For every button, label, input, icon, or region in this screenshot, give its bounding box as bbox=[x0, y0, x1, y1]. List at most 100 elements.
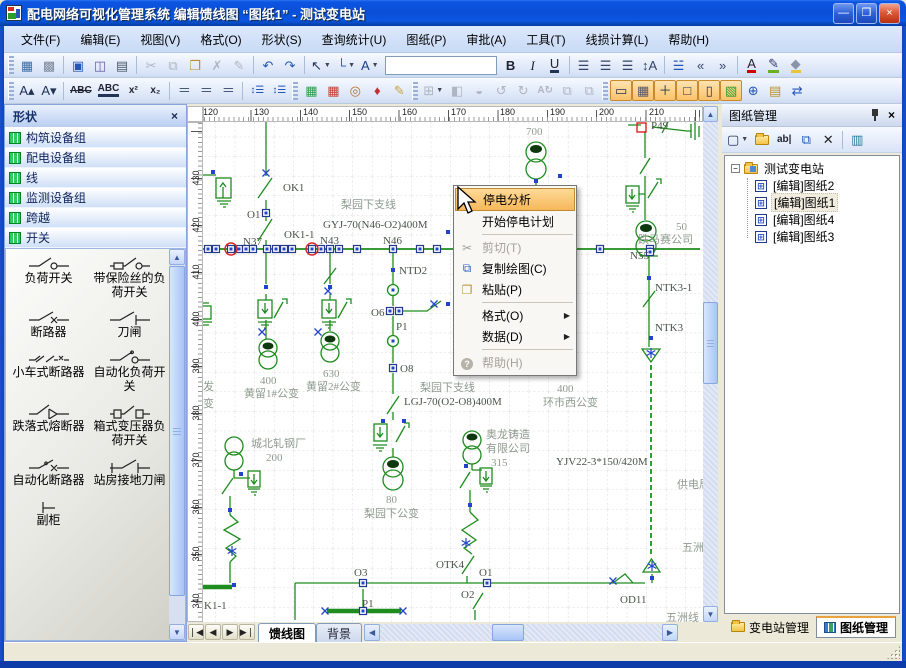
rename-icon[interactable]: ab| bbox=[773, 129, 795, 150]
shape-item-4[interactable]: 小车式断路器 bbox=[8, 347, 89, 395]
guides-toggle-icon[interactable]: ＋ bbox=[654, 80, 676, 101]
highlight-icon[interactable]: ✎ bbox=[763, 55, 785, 76]
pointer-icon[interactable]: ↖▼ bbox=[308, 55, 334, 76]
align-left-icon[interactable]: ☰ bbox=[573, 55, 595, 76]
vertical-text-icon[interactable]: ↕A bbox=[639, 55, 661, 76]
indent-icon[interactable]: » bbox=[712, 55, 734, 76]
canvas-hscrollbar[interactable]: ◀ ▶ bbox=[364, 624, 678, 641]
subscript-icon[interactable]: x₂ bbox=[144, 80, 166, 101]
shapes-panel-close-icon[interactable]: × bbox=[171, 109, 178, 123]
context-menu-item-7[interactable]: 格式(O)▶ bbox=[455, 305, 575, 326]
menu-item-5[interactable]: 查询统计(U) bbox=[313, 28, 396, 51]
menu-item-4[interactable]: 形状(S) bbox=[253, 28, 311, 51]
bold-icon[interactable]: B bbox=[500, 55, 522, 76]
align-right-icon[interactable]: ☰ bbox=[617, 55, 639, 76]
chart-toggle-icon[interactable]: ▧ bbox=[720, 80, 742, 101]
tree-expander-icon[interactable]: − bbox=[731, 164, 740, 173]
page-break-toggle-icon[interactable]: ▯ bbox=[698, 80, 720, 101]
align-center-icon[interactable]: ☰ bbox=[595, 55, 617, 76]
send-back-icon[interactable]: ⧉ bbox=[578, 80, 600, 101]
tree-item-2[interactable]: ⊞[编辑]图纸4 bbox=[755, 211, 899, 228]
export-icon[interactable]: ▥ bbox=[846, 129, 868, 150]
canvas-hscroll-thumb[interactable] bbox=[492, 624, 524, 641]
canvas-vscroll-thumb[interactable] bbox=[703, 302, 718, 384]
scroll-down-icon[interactable]: ▼ bbox=[703, 606, 718, 622]
table-check-icon[interactable]: ▦ bbox=[322, 80, 344, 101]
shape-item-8[interactable]: 自动化断路器 bbox=[8, 455, 89, 489]
tree-item-1[interactable]: ⊞[编辑]图纸1 bbox=[755, 194, 899, 211]
bullets-icon[interactable]: ☱ bbox=[668, 55, 690, 76]
picture-icon[interactable]: ▦ bbox=[300, 80, 322, 101]
shape-group-3[interactable]: 监测设备组 bbox=[5, 188, 186, 208]
scroll-down-icon[interactable]: ▼ bbox=[169, 624, 185, 640]
undo-icon[interactable]: ↶ bbox=[257, 55, 279, 76]
menu-item-0[interactable]: 文件(F) bbox=[12, 28, 69, 51]
scroll-left-icon[interactable]: ◀ bbox=[364, 624, 380, 641]
pan-zoom-icon[interactable]: ⊕ bbox=[742, 80, 764, 101]
ruler-toggle-icon[interactable]: ▭ bbox=[610, 80, 632, 101]
copy-icon[interactable]: ⧉ bbox=[162, 55, 184, 76]
first-page-button[interactable]: ❘◀ bbox=[188, 624, 204, 640]
title-bar[interactable]: 配电网络可视化管理系统 编辑馈线图 “图纸1” - 测试变电站 — ❐ × bbox=[0, 0, 906, 26]
strike-icon[interactable]: ABC bbox=[67, 80, 95, 101]
shape-group-2[interactable]: 线 bbox=[5, 168, 186, 188]
format-painter-icon[interactable]: ✎ bbox=[228, 55, 250, 76]
shapes-scrollbar[interactable]: ▲ ▼ bbox=[169, 249, 185, 640]
new-sheet-icon[interactable]: ▢▼ bbox=[724, 129, 751, 150]
position-icon[interactable]: ⊞▼ bbox=[420, 80, 446, 101]
shape-item-10[interactable]: 副柜 bbox=[8, 495, 89, 529]
menu-item-3[interactable]: 格式(O) bbox=[191, 28, 250, 51]
line-spacing-medium-icon[interactable]: ＝ bbox=[195, 80, 217, 101]
toolbar-grip[interactable] bbox=[8, 56, 14, 74]
abc-underline-icon[interactable]: ABC bbox=[95, 80, 123, 101]
space-after-icon[interactable]: ↕☰ bbox=[268, 80, 290, 101]
find-icon[interactable]: ◎ bbox=[344, 80, 366, 101]
menu-item-10[interactable]: 帮助(H) bbox=[659, 28, 718, 51]
fill-color-icon[interactable]: ◆ bbox=[785, 55, 807, 76]
font-color-icon[interactable]: A bbox=[741, 55, 763, 76]
shape-group-0[interactable]: 构筑设备组 bbox=[5, 128, 186, 148]
duplicate-icon[interactable]: ⧉ bbox=[795, 129, 817, 150]
rotate-right-icon[interactable]: ↻ bbox=[512, 80, 534, 101]
save-icon[interactable]: ▣ bbox=[67, 55, 89, 76]
redo-icon[interactable]: ↷ bbox=[279, 55, 301, 76]
shapes-scroll-thumb[interactable] bbox=[169, 266, 185, 596]
toolbar-grip[interactable] bbox=[412, 82, 418, 100]
toolbar-grip[interactable] bbox=[8, 82, 14, 100]
sheet-tab-1[interactable]: 背景 bbox=[316, 623, 362, 642]
context-menu-item-4[interactable]: ⧉复制绘图(C) bbox=[455, 258, 575, 279]
scroll-right-icon[interactable]: ▶ bbox=[662, 624, 678, 641]
menu-item-2[interactable]: 视图(V) bbox=[131, 28, 189, 51]
menu-item-8[interactable]: 工具(T) bbox=[517, 28, 574, 51]
pages-icon[interactable]: ◫ bbox=[89, 55, 111, 76]
pin-icon[interactable] bbox=[870, 109, 880, 121]
menu-item-1[interactable]: 编辑(E) bbox=[71, 28, 129, 51]
close-button[interactable]: × bbox=[879, 3, 900, 24]
shape-item-7[interactable]: 箱式变压器负荷开关 bbox=[89, 401, 170, 449]
resize-grip[interactable] bbox=[887, 646, 900, 659]
stamp-icon[interactable]: ♦ bbox=[366, 80, 388, 101]
menu-item-7[interactable]: 审批(A) bbox=[457, 28, 515, 51]
text-tool-icon[interactable]: A▼ bbox=[358, 55, 382, 76]
shape-group-5[interactable]: 开关 bbox=[5, 228, 186, 248]
flip-vertical-icon[interactable]: ◒ bbox=[468, 80, 490, 101]
shape-item-3[interactable]: 刀闸 bbox=[89, 307, 170, 341]
scroll-up-icon[interactable]: ▲ bbox=[703, 106, 718, 122]
superscript-icon[interactable]: x² bbox=[122, 80, 144, 101]
panel-tab-1[interactable]: 图纸管理 bbox=[816, 616, 896, 638]
line-spacing-tight-icon[interactable]: ＝ bbox=[173, 80, 195, 101]
connect-shapes-icon[interactable]: ⇄ bbox=[786, 80, 808, 101]
connector-icon[interactable]: └▼ bbox=[334, 55, 358, 76]
menu-item-6[interactable]: 图纸(P) bbox=[397, 28, 455, 51]
prev-page-button[interactable]: ◀ bbox=[205, 624, 221, 640]
drawing-panel-close-icon[interactable]: × bbox=[888, 108, 895, 122]
tree-root-item[interactable]: −测试变电站 bbox=[731, 160, 899, 177]
rotate-text-icon[interactable]: A↻ bbox=[534, 80, 556, 101]
shape-item-2[interactable]: 断路器 bbox=[8, 307, 89, 341]
print-icon[interactable]: ▤ bbox=[111, 55, 133, 76]
properties-icon[interactable]: ▤ bbox=[764, 80, 786, 101]
open-folder-icon[interactable] bbox=[751, 129, 773, 150]
delete-icon[interactable]: ✗ bbox=[206, 55, 228, 76]
toolbar-grip[interactable] bbox=[602, 82, 608, 100]
shape-group-1[interactable]: 配电设备组 bbox=[5, 148, 186, 168]
